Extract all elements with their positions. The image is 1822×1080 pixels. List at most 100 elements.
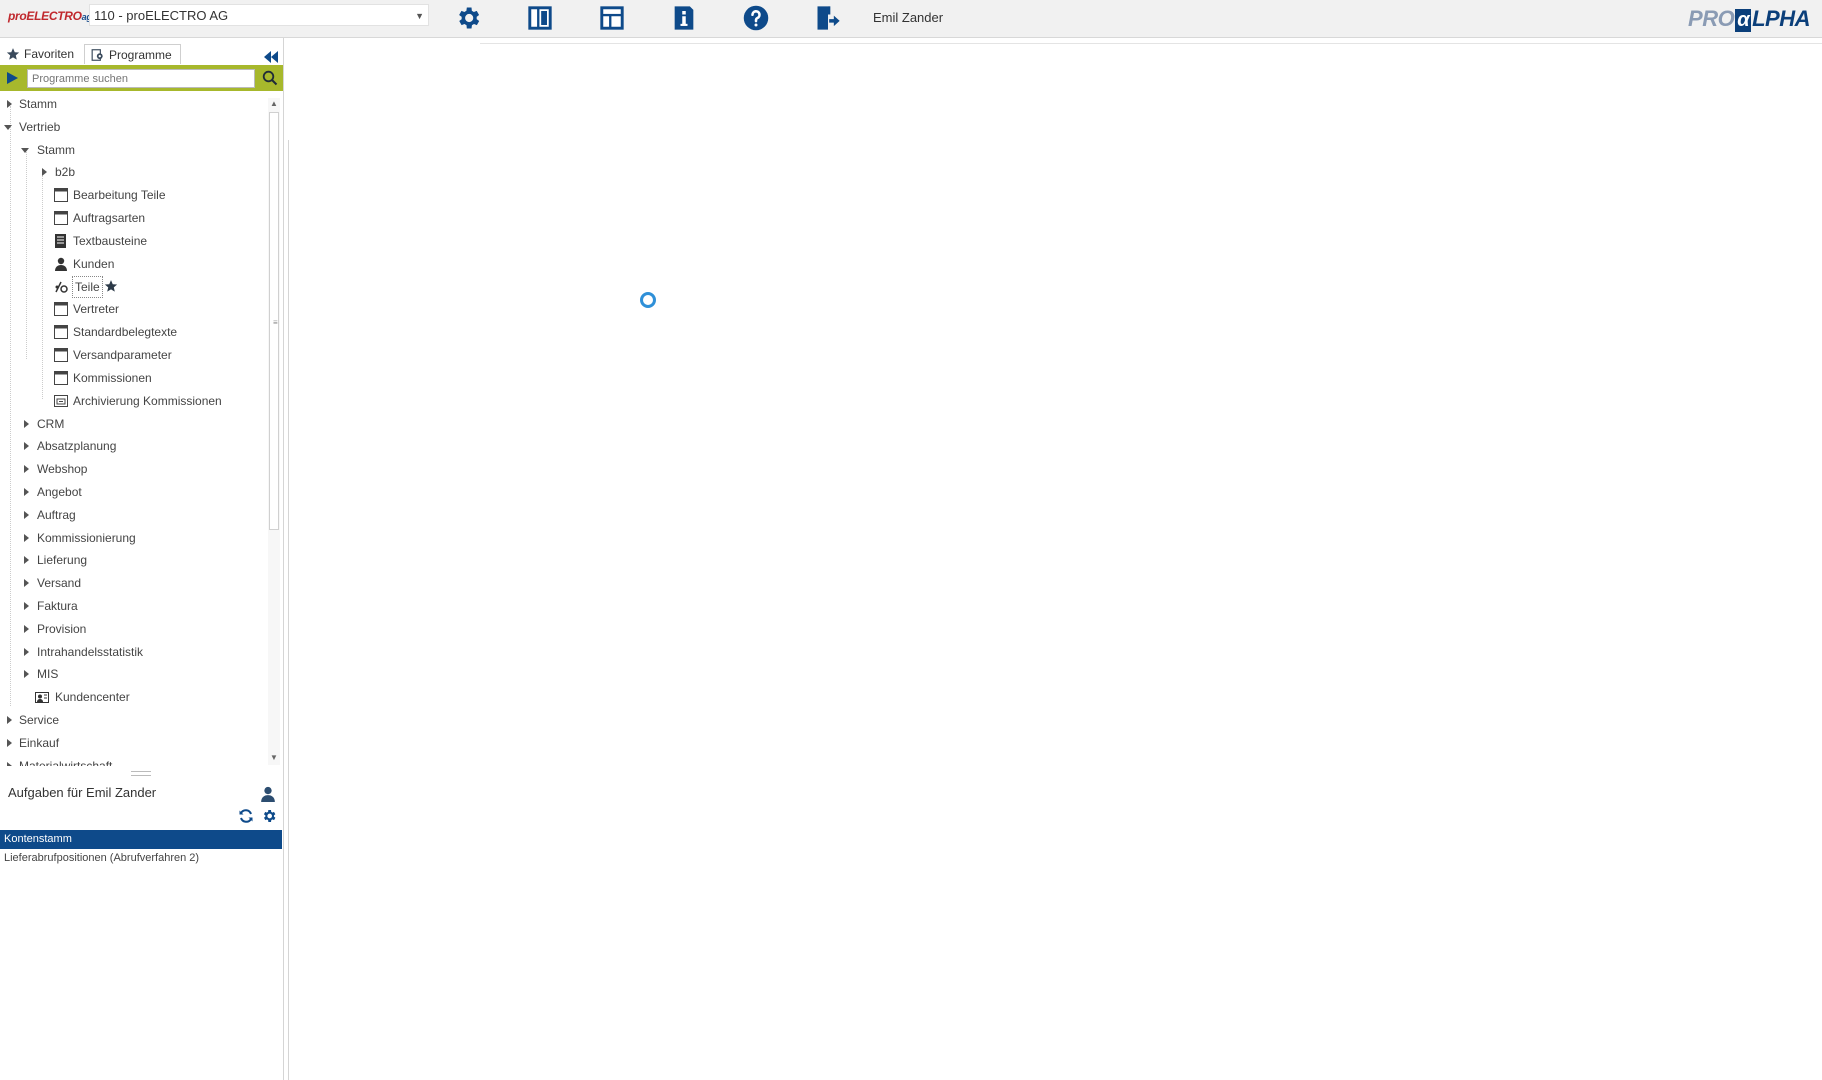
tree-item-label: Bearbeitung Teile (73, 188, 166, 202)
program-search-input[interactable] (27, 69, 255, 88)
star-icon (6, 48, 20, 60)
expand-icon (24, 465, 29, 473)
tree-item-label: Vertreter (73, 302, 120, 316)
user-name: Emil Zander (873, 10, 944, 25)
expand-icon (7, 100, 12, 108)
grip-icon: ≡ (273, 318, 278, 327)
run-icon[interactable] (5, 71, 19, 85)
tree-item-label: Auftragsarten (73, 211, 146, 225)
tree-item-label: Service (19, 713, 60, 727)
expand-icon (24, 625, 29, 633)
tree-item-label: Einkauf (19, 736, 60, 750)
archive-icon (54, 395, 68, 407)
tree-item-label: b2b (55, 165, 76, 179)
expand-icon (42, 168, 47, 176)
expand-icon (24, 442, 29, 450)
tree-guide (42, 169, 43, 399)
tree-item-label: Versand (37, 576, 82, 590)
logout-icon[interactable] (814, 4, 842, 32)
top-bar: proELECTROag 110 - proELECTRO AG ▼ Emil … (0, 0, 1822, 38)
loading-spinner-icon (640, 292, 656, 308)
expand-icon (24, 534, 29, 542)
tree-item-label: Webshop (37, 462, 88, 476)
sidebar-tabs: Favoriten Programme (0, 44, 283, 64)
tree-item-label: Kunden (73, 257, 115, 271)
tree-item-label: Intrahandelsstatistik (37, 645, 144, 659)
left-panel: Favoriten Programme Stam (0, 38, 284, 1080)
favorite-star-icon[interactable] (104, 279, 118, 293)
company-select[interactable]: 110 - proELECTRO AG ▼ (89, 4, 429, 26)
tree-item-label: Angebot (37, 485, 82, 499)
task-filter-input[interactable] (0, 806, 208, 828)
panel-splitter[interactable] (131, 771, 151, 776)
tree-item-label: Kommissionierung (37, 531, 136, 545)
expand-icon (24, 670, 29, 678)
tab-favoriten[interactable]: Favoriten (0, 44, 82, 64)
task-list: Kontenstamm Lieferabrufpositionen (Abruf… (0, 830, 282, 868)
window-icon (54, 188, 68, 202)
gear-icon[interactable] (261, 808, 277, 824)
tree-guide (26, 149, 27, 359)
tree-guide (10, 106, 11, 706)
content-top-border (480, 43, 1822, 44)
app-logo: proELECTROag (8, 9, 92, 23)
expand-icon (7, 762, 12, 766)
tree-item-label: Teile (72, 276, 103, 298)
tree-item-label: Kundencenter (55, 690, 130, 704)
panel-icon[interactable] (526, 4, 554, 32)
search-icon[interactable] (262, 70, 278, 86)
expand-icon (7, 739, 12, 747)
info-icon[interactable] (670, 4, 698, 32)
tree-item-label: Lieferung (37, 553, 88, 567)
tab-programme[interactable]: Programme (84, 44, 181, 64)
tree-item-label: Standardbelegtexte (73, 325, 178, 339)
user-icon[interactable] (260, 786, 276, 802)
tree-item-label: Materialwirtschaft (19, 759, 113, 766)
help-icon[interactable] (742, 4, 770, 32)
tree-item-label: CRM (37, 417, 65, 431)
scroll-up-icon[interactable]: ▲ (270, 99, 278, 108)
scrollbar-thumb[interactable]: ≡ (269, 112, 279, 530)
expand-icon (24, 648, 29, 656)
brand-logo: PRO α LPHA (1688, 6, 1810, 32)
layout-icon[interactable] (598, 4, 626, 32)
refresh-icon[interactable] (238, 808, 254, 824)
programs-icon (91, 49, 103, 61)
expand-icon (24, 556, 29, 564)
task-item-lieferabrufpositionen[interactable]: Lieferabrufpositionen (Abrufverfahren 2) (0, 849, 282, 868)
collapse-icon (4, 125, 12, 130)
task-item-kontenstamm[interactable]: Kontenstamm (0, 830, 282, 849)
expand-icon (24, 488, 29, 496)
scroll-down-icon[interactable]: ▼ (270, 753, 278, 762)
tree-scrollbar[interactable]: ▲ ≡ ▼ (268, 98, 280, 765)
tree-item-label: Vertrieb (19, 120, 61, 134)
chevron-down-icon: ▼ (415, 11, 424, 21)
tree-item-label: Faktura (37, 599, 78, 613)
tree-item-label: Archivierung Kommissionen (73, 394, 222, 408)
expand-icon (24, 420, 29, 428)
tree-item-label: MIS (37, 667, 59, 681)
content-divider (288, 140, 289, 1080)
window-icon (54, 371, 68, 385)
tree-item-label: Kommissionen (73, 371, 152, 385)
tree-item-label: Stamm (37, 143, 76, 157)
tree-item-label: Provision (37, 622, 87, 636)
collapse-panel-icon[interactable] (263, 50, 279, 64)
tree-item-label: Textbausteine (73, 234, 148, 248)
window-icon (54, 211, 68, 225)
document-icon (55, 234, 66, 248)
tab-programme-label: Programme (109, 48, 172, 62)
user-icon (55, 257, 67, 271)
expand-icon (7, 716, 12, 724)
customer-center-icon (35, 692, 49, 703)
tasks-title: Aufgaben für Emil Zander (8, 785, 157, 800)
window-icon (54, 325, 68, 339)
tree-item-label: Auftrag (37, 508, 76, 522)
tree-item-label: Versandparameter (73, 348, 172, 362)
window-icon (54, 348, 68, 362)
parts-icon (55, 281, 68, 293)
expand-icon (24, 511, 29, 519)
gear-icon[interactable] (454, 4, 482, 32)
program-search-bar (0, 65, 283, 91)
collapse-icon (21, 148, 29, 153)
